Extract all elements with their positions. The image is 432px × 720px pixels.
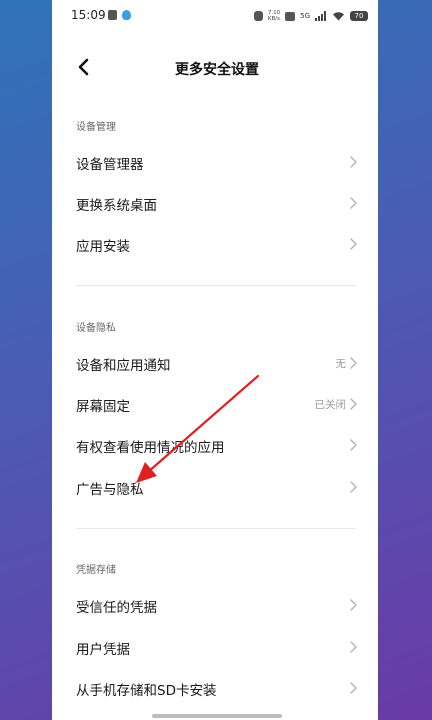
list-item-user-credentials[interactable]: 用户凭据 xyxy=(52,627,378,667)
app-notification-icon xyxy=(122,10,131,20)
phone-screen: 15:09 7.10 KB/s 5G 70 更多安全设置 设备管理 设备管理器 … xyxy=(52,0,378,720)
list-item-install-from-storage[interactable]: 从手机存储和SD卡安装 xyxy=(52,668,378,708)
page-title: 更多安全设置 xyxy=(52,59,378,79)
chevron-right-icon xyxy=(350,481,357,493)
section-divider xyxy=(76,528,356,529)
home-indicator[interactable] xyxy=(152,714,282,718)
list-item-label: 有权查看使用情况的应用 xyxy=(76,440,225,456)
list-item-ads-privacy[interactable]: 广告与隐私 xyxy=(52,467,378,507)
list-item-app-install[interactable]: 应用安装 xyxy=(52,224,378,264)
vibrate-icon xyxy=(253,11,263,21)
chevron-right-icon xyxy=(350,599,357,611)
chevron-right-icon xyxy=(350,641,357,653)
signal-icon xyxy=(315,11,326,21)
list-item-label: 用户凭据 xyxy=(76,642,130,658)
list-item-label: 设备和应用通知 xyxy=(76,358,171,374)
list-item-trusted-credentials[interactable]: 受信任的凭据 xyxy=(52,585,378,625)
header-bar: 更多安全设置 xyxy=(52,44,378,90)
chevron-right-icon xyxy=(350,156,357,168)
list-item-label: 设备管理器 xyxy=(76,157,144,173)
chevron-right-icon xyxy=(350,398,357,410)
list-item-label: 从手机存储和SD卡安装 xyxy=(76,683,217,699)
list-item-value: 无 xyxy=(335,358,347,370)
network-speed-unit: KB/s xyxy=(267,16,281,22)
status-bar: 15:09 7.10 KB/s 5G 70 xyxy=(52,0,378,32)
chevron-right-icon xyxy=(350,357,357,369)
section-header-device-management: 设备管理 xyxy=(76,122,116,133)
list-item-change-launcher[interactable]: 更换系统桌面 xyxy=(52,183,378,223)
chevron-right-icon xyxy=(350,682,357,694)
status-icons: 7.10 KB/s 5G 70 xyxy=(253,9,368,23)
section-divider xyxy=(76,285,356,286)
list-item-notifications[interactable]: 设备和应用通知 无 xyxy=(52,343,378,383)
wifi-icon xyxy=(333,12,344,21)
network-speed: 7.10 KB/s xyxy=(268,10,280,22)
network-type: 5G xyxy=(300,12,310,20)
hd-icon xyxy=(285,11,296,21)
section-header-credential-storage: 凭据存储 xyxy=(76,565,116,576)
list-item-screen-pinning[interactable]: 屏幕固定 已关闭 xyxy=(52,384,378,424)
chevron-right-icon xyxy=(350,439,357,451)
message-notification-icon xyxy=(108,10,117,20)
section-header-device-privacy: 设备隐私 xyxy=(76,323,116,334)
battery-icon: 70 xyxy=(350,11,368,21)
status-time: 15:09 xyxy=(71,8,106,22)
list-item-label: 应用安装 xyxy=(76,239,130,255)
list-item-device-manager[interactable]: 设备管理器 xyxy=(52,142,378,182)
list-item-label: 受信任的凭据 xyxy=(76,600,157,616)
list-item-label: 屏幕固定 xyxy=(76,399,130,415)
list-item-usage-access[interactable]: 有权查看使用情况的应用 xyxy=(52,425,378,465)
list-item-label: 广告与隐私 xyxy=(76,482,144,498)
page-title-text: 更多安全设置 xyxy=(175,62,259,78)
chevron-right-icon xyxy=(350,238,357,250)
list-item-label: 更换系统桌面 xyxy=(76,198,157,214)
list-item-value: 已关闭 xyxy=(314,399,347,411)
chevron-right-icon xyxy=(350,197,357,209)
